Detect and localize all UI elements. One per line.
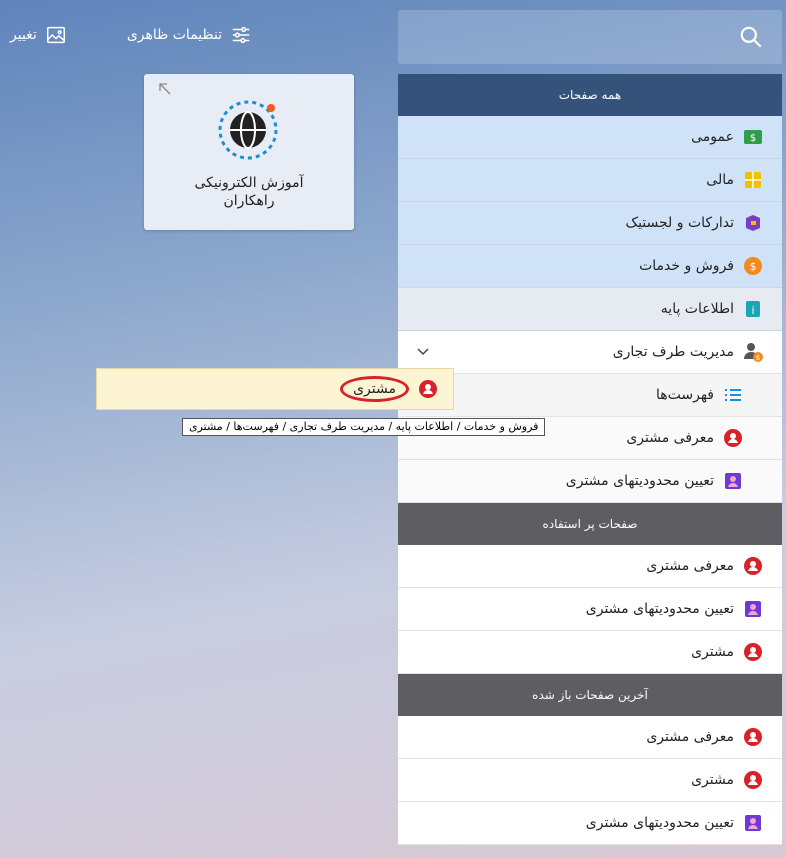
customer-limit-icon bbox=[742, 598, 764, 620]
category-general[interactable]: $ عمومی bbox=[398, 116, 782, 159]
image-icon bbox=[46, 26, 65, 44]
frequent-item-label: مشتری bbox=[691, 644, 734, 660]
top-toolbar: تنظیمات ظاهری تغییر bbox=[10, 24, 252, 46]
calculator-icon bbox=[742, 169, 764, 191]
sub-item-label: فهرست‌ها bbox=[656, 387, 714, 403]
change-background-button[interactable]: تغییر bbox=[10, 24, 67, 46]
category-label: تدارکات و لجستیک bbox=[625, 215, 734, 231]
appearance-settings-button[interactable]: تنظیمات ظاهری bbox=[127, 24, 252, 46]
frequent-pages-header: صفحات پر استفاده bbox=[398, 503, 782, 545]
pages-panel: همه صفحات $ عمومی مالی تدارکات و لجستیک … bbox=[398, 74, 782, 845]
search-icon[interactable] bbox=[738, 24, 764, 50]
person-coin-icon: $ bbox=[742, 341, 764, 363]
customer-limit-icon bbox=[742, 812, 764, 834]
frequent-item[interactable]: معرفی مشتری bbox=[398, 545, 782, 588]
category-label: عمومی bbox=[691, 129, 734, 145]
change-background-label: تغییر bbox=[10, 27, 37, 43]
sub-item-label: معرفی مشتری bbox=[626, 430, 714, 446]
app-tile-elearning[interactable]: آموزش الکترونیکی راهکاران bbox=[144, 74, 354, 230]
appearance-settings-label: تنظیمات ظاهری bbox=[126, 27, 223, 43]
sub-item-lists[interactable]: فهرست‌ها bbox=[398, 374, 782, 417]
sliders-icon bbox=[232, 26, 250, 44]
recent-item[interactable]: مشتری bbox=[398, 759, 782, 802]
sub-item-label: تعیین محدودیتهای مشتری bbox=[565, 473, 714, 489]
customer-icon bbox=[742, 641, 764, 663]
recent-item-label: مشتری bbox=[691, 772, 734, 788]
app-tile-title-line1: آموزش الکترونیکی bbox=[194, 175, 304, 191]
all-pages-header: همه صفحات bbox=[398, 74, 782, 116]
customer-icon bbox=[742, 769, 764, 791]
svg-text:i: i bbox=[751, 304, 754, 317]
frequent-item[interactable]: تعیین محدودیتهای مشتری bbox=[398, 588, 782, 631]
hover-menu-item-customer[interactable]: مشتری bbox=[96, 368, 454, 410]
dollar-box-icon: $ bbox=[742, 126, 764, 148]
frequent-item[interactable]: مشتری bbox=[398, 631, 782, 674]
category-base-info[interactable]: i اطلاعات پایه bbox=[398, 288, 782, 331]
box-icon bbox=[742, 212, 764, 234]
sub-item-customer-limits[interactable]: تعیین محدودیتهای مشتری bbox=[398, 460, 782, 503]
category-label: فروش و خدمات bbox=[639, 258, 734, 274]
recent-item-label: تعیین محدودیتهای مشتری bbox=[585, 815, 734, 831]
recent-pages-header: آخرین صفحات باز شده bbox=[398, 674, 782, 716]
app-tile-title-line2: راهکاران bbox=[223, 193, 275, 209]
frequent-item-label: معرفی مشتری bbox=[646, 558, 734, 574]
category-label: اطلاعات پایه bbox=[660, 301, 734, 317]
info-icon: i bbox=[742, 298, 764, 320]
category-sales[interactable]: $ فروش و خدمات bbox=[398, 245, 782, 288]
svg-text:$: $ bbox=[750, 133, 756, 144]
recent-item-label: معرفی مشتری bbox=[646, 729, 734, 745]
breadcrumb-tooltip: فروش و خدمات / اطلاعات پایه / مدیریت طرف… bbox=[182, 418, 546, 436]
customer-icon bbox=[742, 555, 764, 577]
category-business-party[interactable]: $ مدیریت طرف تجاری bbox=[398, 331, 782, 374]
customer-icon bbox=[742, 726, 764, 748]
frequent-item-label: تعیین محدودیتهای مشتری bbox=[585, 601, 734, 617]
arrow-up-left-icon[interactable] bbox=[158, 82, 172, 96]
globe-icon bbox=[218, 100, 278, 160]
svg-text:$: $ bbox=[756, 354, 760, 362]
list-icon bbox=[722, 384, 744, 406]
customer-icon bbox=[417, 378, 439, 400]
coin-icon: $ bbox=[742, 255, 764, 277]
app-tile-title: آموزش الکترونیکی راهکاران bbox=[144, 174, 354, 210]
category-label: مدیریت طرف تجاری bbox=[612, 344, 734, 360]
svg-text:$: $ bbox=[750, 260, 757, 273]
category-logistics[interactable]: تدارکات و لجستیک bbox=[398, 202, 782, 245]
recent-item[interactable]: معرفی مشتری bbox=[398, 716, 782, 759]
hover-menu-item-label: مشتری bbox=[340, 376, 409, 402]
chevron-down-icon[interactable] bbox=[416, 345, 430, 359]
customer-icon bbox=[722, 427, 744, 449]
category-label: مالی bbox=[706, 172, 734, 188]
recent-item[interactable]: تعیین محدودیتهای مشتری bbox=[398, 802, 782, 845]
customer-limit-icon bbox=[722, 470, 744, 492]
search-box[interactable] bbox=[398, 10, 782, 64]
category-financial[interactable]: مالی bbox=[398, 159, 782, 202]
